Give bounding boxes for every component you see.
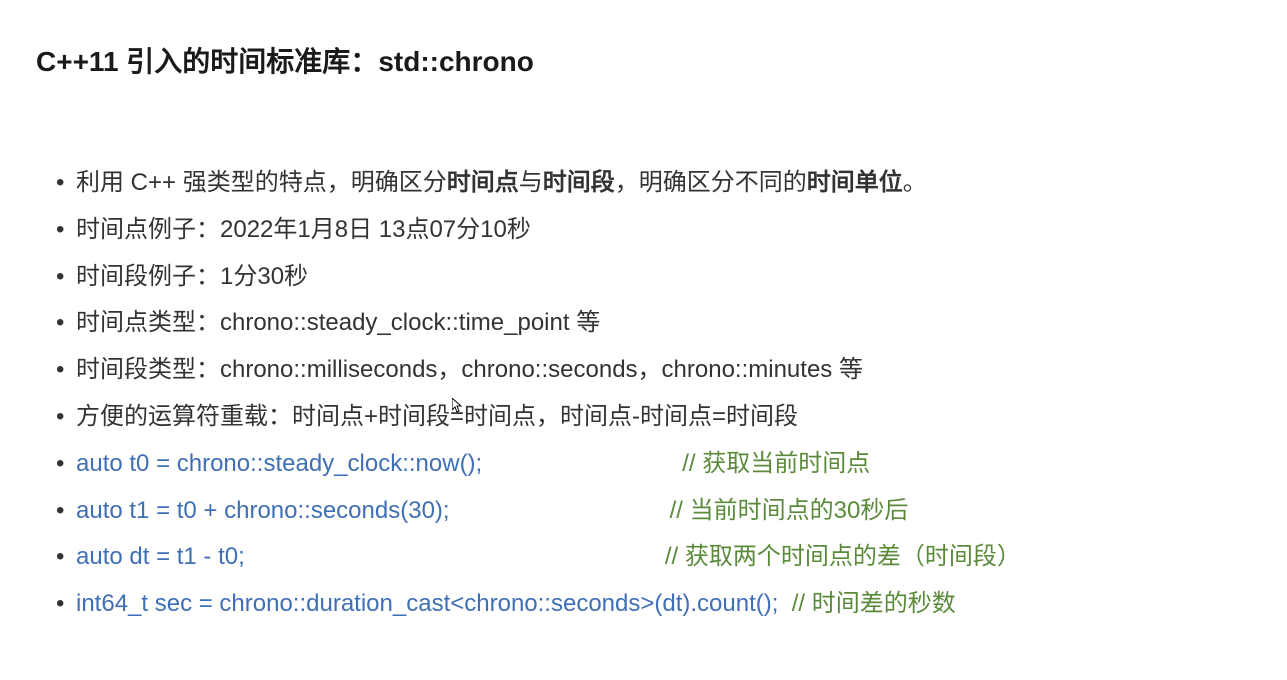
code-padding (450, 488, 670, 535)
title-suffix: std::chrono (378, 46, 534, 77)
bullet-list: 利用 C++ 强类型的特点，明确区分时间点与时间段，明确区分不同的时间单位。 时… (36, 160, 1251, 628)
list-item: auto t1 = t0 + chrono::seconds(30); // 当… (56, 488, 1251, 535)
code-comment: // 当前时间点的30秒后 (670, 488, 909, 535)
code-comment: // 获取当前时间点 (682, 441, 870, 488)
code-line: auto t1 = t0 + chrono::seconds(30); // 当… (76, 488, 1251, 535)
text-segment: ，明确区分不同的 (615, 169, 807, 196)
bold-text: 时间段 (543, 169, 615, 196)
text-segment: 。 (903, 169, 927, 196)
code-text: auto t1 = t0 + chrono::seconds(30); (76, 488, 450, 535)
code-comment: // 时间差的秒数 (792, 581, 956, 628)
code-padding (245, 534, 665, 581)
code-text: int64_t sec = chrono::duration_cast<chro… (76, 581, 778, 628)
list-item: 方便的运算符重载：时间点+时间段=时间点，时间点-时间点=时间段 (56, 394, 1251, 441)
code-line: auto t0 = chrono::steady_clock::now(); /… (76, 441, 1251, 488)
list-item: int64_t sec = chrono::duration_cast<chro… (56, 581, 1251, 628)
code-comment: // 获取两个时间点的差（时间段） (665, 534, 1021, 581)
text-segment: 与 (519, 169, 543, 196)
bold-text: 时间点 (447, 169, 519, 196)
code-text: auto t0 = chrono::steady_clock::now(); (76, 441, 482, 488)
list-item: 时间点例子：2022年1月8日 13点07分10秒 (56, 207, 1251, 254)
code-padding (778, 581, 791, 628)
list-item: 时间段类型：chrono::milliseconds，chrono::secon… (56, 347, 1251, 394)
list-item: 时间点类型：chrono::steady_clock::time_point 等 (56, 300, 1251, 347)
code-line: int64_t sec = chrono::duration_cast<chro… (76, 581, 1251, 628)
code-text: auto dt = t1 - t0; (76, 534, 245, 581)
code-line: auto dt = t1 - t0; // 获取两个时间点的差（时间段） (76, 534, 1251, 581)
title-prefix: C++11 引入的时间标准库： (36, 46, 378, 77)
list-item: 时间段例子：1分30秒 (56, 254, 1251, 301)
slide-title: C++11 引入的时间标准库：std::chrono (36, 40, 1251, 80)
list-item: auto dt = t1 - t0; // 获取两个时间点的差（时间段） (56, 534, 1251, 581)
list-item: auto t0 = chrono::steady_clock::now(); /… (56, 441, 1251, 488)
bold-text: 时间单位 (807, 169, 903, 196)
code-padding (482, 441, 682, 488)
list-item: 利用 C++ 强类型的特点，明确区分时间点与时间段，明确区分不同的时间单位。 (56, 160, 1251, 207)
text-segment: 利用 C++ 强类型的特点，明确区分 (76, 169, 447, 196)
